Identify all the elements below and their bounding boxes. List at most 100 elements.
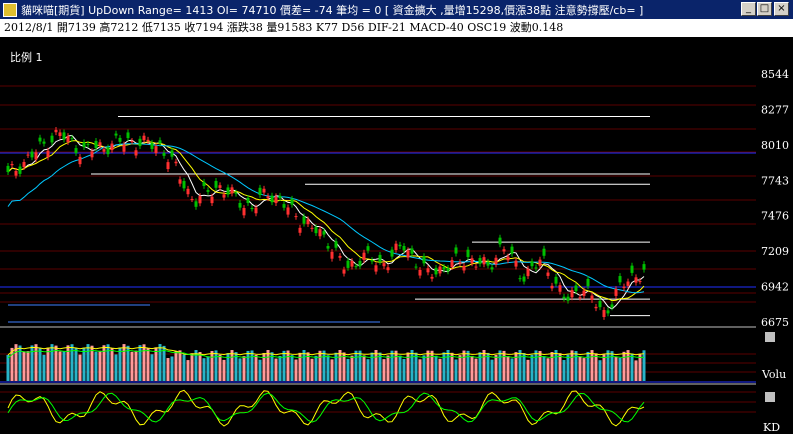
price-tick-label: 6675 — [761, 316, 789, 329]
volume-bar — [326, 355, 330, 381]
volume-bar — [462, 350, 466, 381]
volume-bar — [86, 344, 90, 381]
price-tick-label: 8544 — [761, 68, 789, 81]
volume-bar — [286, 350, 290, 381]
volume-bar — [526, 359, 530, 381]
candle-body — [26, 154, 30, 156]
volume-bar — [638, 354, 642, 381]
candle-body — [566, 296, 570, 301]
volume-bar — [198, 352, 202, 381]
candle-body — [150, 142, 154, 150]
volume-bar — [374, 350, 378, 381]
volume-bar — [314, 355, 318, 381]
volume-bar — [70, 344, 74, 381]
candle-body — [322, 231, 326, 235]
candle-body — [634, 277, 638, 283]
candle-body — [114, 133, 118, 136]
candle-body — [430, 276, 434, 279]
candle-body — [174, 161, 178, 164]
candle-body — [298, 227, 302, 233]
volume-bar — [62, 350, 66, 381]
candle-body — [50, 135, 54, 143]
candle-body — [162, 152, 166, 156]
volume-label: Volu — [761, 368, 786, 381]
candle-body — [306, 219, 310, 225]
volume-bar — [242, 356, 246, 381]
volume-bar — [6, 355, 10, 381]
volume-bar — [594, 353, 598, 381]
candle-body — [206, 190, 210, 192]
volume-bar — [290, 355, 294, 381]
candle-body — [146, 139, 150, 142]
candle-body — [426, 268, 430, 273]
volume-bar — [150, 354, 154, 381]
price-tick-label: 8010 — [761, 139, 789, 152]
candle-body — [234, 192, 238, 194]
candle-body — [442, 266, 446, 270]
candle-body — [122, 144, 126, 152]
volume-bar — [386, 355, 390, 381]
volume-bar — [282, 350, 286, 381]
candle-body — [570, 290, 574, 298]
candle-body — [182, 181, 186, 189]
volume-bar — [366, 359, 370, 381]
price-tick-label: 7743 — [761, 174, 789, 187]
volume-bar — [558, 353, 562, 381]
volume-bar — [590, 350, 594, 381]
candle-body — [582, 290, 586, 296]
candle-body — [302, 216, 306, 224]
volume-bar — [482, 350, 486, 381]
minimize-button[interactable]: _ — [741, 2, 756, 16]
volume-bar — [182, 354, 186, 381]
candle-body — [590, 295, 594, 300]
volume-bar — [266, 350, 270, 381]
candle-body — [438, 266, 442, 274]
candle-body — [462, 265, 466, 271]
close-button[interactable]: × — [774, 2, 789, 16]
volume-bar — [142, 344, 146, 381]
volume-bar — [510, 358, 514, 381]
candle-body — [42, 141, 46, 144]
candle-body — [82, 142, 86, 148]
volume-bar — [114, 354, 118, 381]
moving-average-long — [7, 143, 645, 294]
volume-bar — [310, 358, 314, 381]
maximize-button[interactable]: □ — [757, 2, 772, 16]
volume-bar — [598, 360, 602, 381]
volume-bar — [542, 356, 546, 381]
volume-bar — [362, 355, 366, 381]
candle-body — [578, 297, 582, 299]
candle-body — [6, 165, 10, 173]
candle-body — [14, 170, 18, 176]
candle-body — [490, 267, 494, 270]
volume-bar — [422, 355, 426, 381]
volume-bar — [22, 351, 26, 381]
volume-bar — [118, 347, 122, 381]
volume-bar — [634, 360, 638, 381]
candle-body — [514, 260, 518, 267]
volume-bar — [518, 350, 522, 381]
candle-body — [242, 208, 246, 216]
candle-body — [446, 268, 450, 272]
candle-body — [38, 137, 42, 142]
candle-body — [62, 132, 66, 140]
candle-body — [90, 151, 94, 158]
candle-body — [94, 140, 98, 149]
candle-body — [334, 241, 338, 248]
volume-bar — [230, 350, 234, 381]
candle-body — [346, 260, 350, 268]
candle-body — [134, 150, 138, 156]
candle-body — [638, 281, 642, 283]
candle-body — [70, 138, 74, 140]
volume-bar — [418, 359, 422, 381]
candle-body — [398, 244, 402, 247]
volume-bar — [498, 350, 502, 381]
candle-body — [30, 151, 34, 158]
volume-bar — [278, 355, 282, 381]
candle-body — [530, 261, 534, 267]
volume-bar — [586, 351, 590, 381]
candle-body — [78, 156, 82, 165]
candle-body — [186, 188, 190, 195]
volume-bar — [438, 358, 442, 381]
volume-bar — [206, 356, 210, 381]
